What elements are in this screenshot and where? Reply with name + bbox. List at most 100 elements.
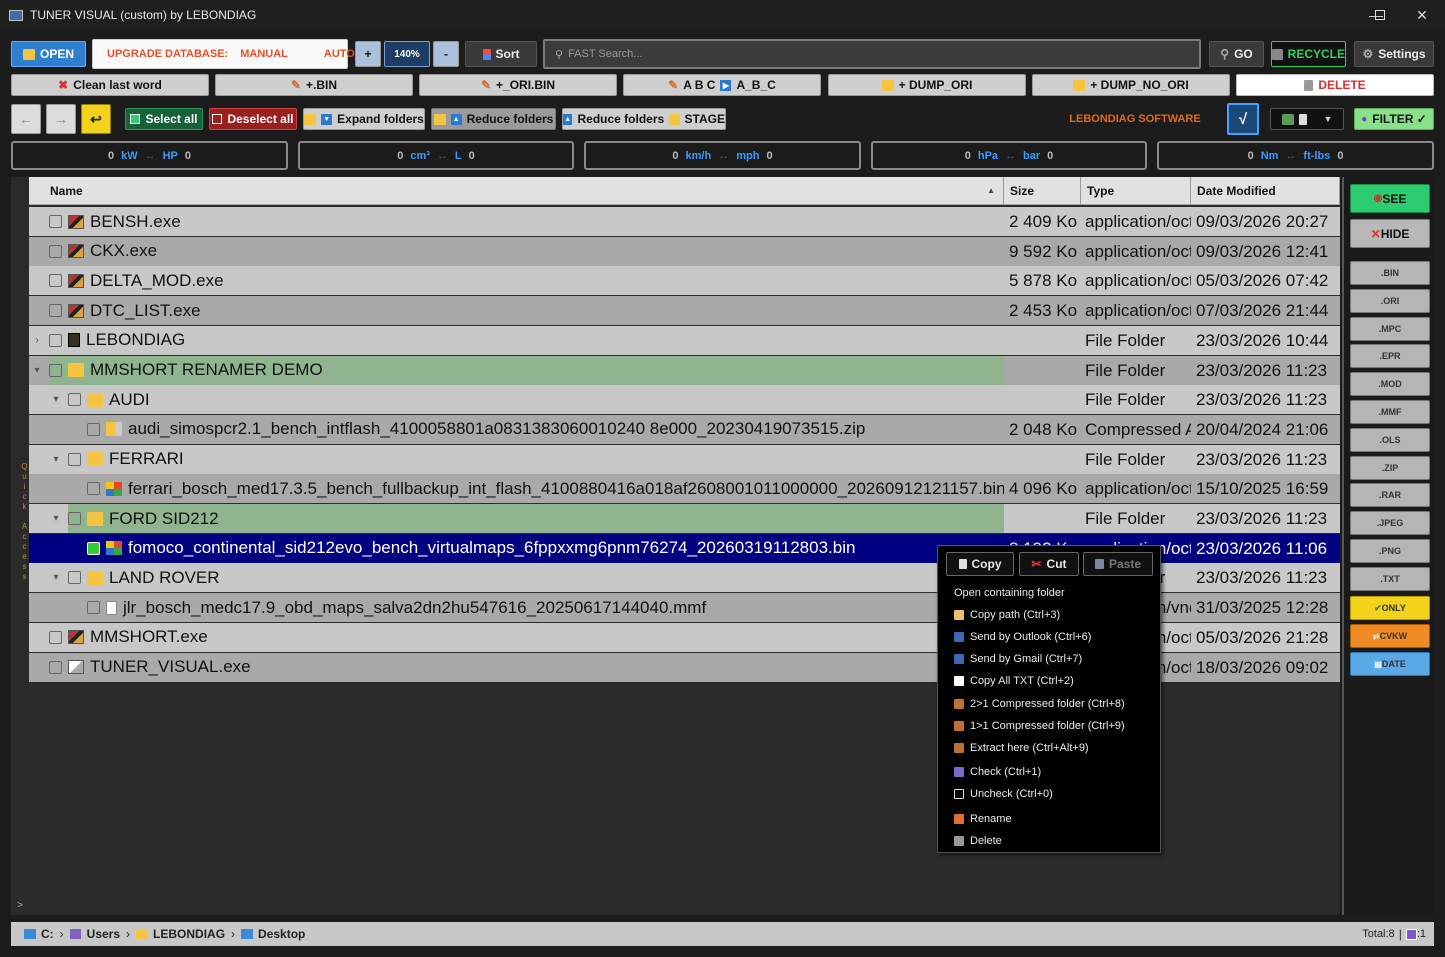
check-mode-button[interactable]: √ [1227,103,1259,135]
table-row[interactable]: DELTA_MOD.exe 5 878 Ko application/octet-s… [29,266,1340,296]
column-date[interactable]: Date Modified [1191,177,1340,205]
row-checkbox[interactable] [87,541,100,555]
reduce-folders-button[interactable]: ▲ Reduce folders [431,108,556,130]
context-menu-item[interactable]: Check (Ctrl+1) [954,766,1041,778]
context-menu-item[interactable]: Send by Gmail (Ctrl+7) [954,653,1082,665]
breadcrumb-drive[interactable]: C: [41,927,54,941]
tree-toggle-icon[interactable]: › [31,326,43,355]
column-name[interactable]: Name ▲ [29,177,1004,205]
context-menu-item[interactable]: Delete [954,835,1002,847]
open-button[interactable]: OPEN [11,41,86,67]
reduce-folders-stage-button[interactable]: ▲ Reduce folders STAGE [562,108,726,130]
quick-access-toggle[interactable]: > [11,900,29,911]
table-row[interactable]: CKX.exe 9 592 Ko application/octet-stream0… [29,236,1340,266]
row-checkbox[interactable] [68,452,81,466]
clean-last-word-button[interactable]: ✖ Clean last word [11,74,209,96]
column-size[interactable]: Size [1004,177,1081,205]
add-ori-bin-button[interactable]: ✎ +_ORI.BIN [419,74,617,96]
filter-ext-button[interactable]: .RAR [1350,483,1430,508]
only-button[interactable]: ✔ ONLY [1350,596,1430,620]
filter-button[interactable]: ● FILTER ✓ [1354,108,1434,130]
row-checkbox[interactable] [49,630,62,644]
table-row[interactable]: ▾ MMSHORT RENAMER DEMO File Folder 23/03/20… [29,355,1340,385]
context-menu-item[interactable]: Extract here (Ctrl+Alt+9) [954,742,1089,754]
search-input[interactable]: ⚲ FAST Search... [543,39,1201,69]
settings-button[interactable]: ⚙ Settings [1354,41,1434,67]
expand-folders-button[interactable]: ▼ Expand folders [303,108,425,130]
upgrade-manual-option[interactable]: MANUAL [240,48,288,60]
view-mode-dropdown[interactable]: ▼ [1270,108,1344,130]
context-menu-item[interactable]: Uncheck (Ctrl+0) [954,788,1053,800]
filter-ext-button[interactable]: .MPC [1350,316,1430,341]
zoom-in-button[interactable]: + [355,41,381,67]
row-checkbox[interactable] [49,215,62,228]
converter-speed[interactable]: 0 km/h ↔ mph 0 [584,141,861,170]
zoom-out-button[interactable]: - [433,41,459,67]
add-dump-ori-button[interactable]: + DUMP_ORI [828,74,1026,96]
converter-torque[interactable]: 0 Nm ↔ ft-lbs 0 [1157,141,1434,170]
row-checkbox[interactable] [68,512,81,525]
row-checkbox[interactable] [68,571,81,585]
table-row[interactable]: ▾ AUDI File Folder 23/03/2026 11:23 [29,385,1340,415]
row-checkbox[interactable] [87,482,100,496]
converter-pressure[interactable]: 0 hPa ↔ bar 0 [871,141,1147,170]
row-checkbox[interactable] [49,274,62,288]
filter-ext-button[interactable]: .MMF [1350,400,1430,424]
delete-button[interactable]: DELETE [1236,74,1434,96]
copy-button[interactable]: Copy [946,552,1014,576]
column-type[interactable]: Type [1081,177,1191,205]
filter-ext-button[interactable]: .MOD [1350,372,1430,397]
table-row[interactable]: › LEBONDIAG File Folder 23/03/2026 10:44 [29,325,1340,355]
hide-button[interactable]: ✕ HIDE [1350,219,1430,248]
table-row[interactable]: ▾ FERRARI File Folder 23/03/2026 11:23 [29,444,1340,474]
context-menu-item[interactable]: 1>1 Compressed folder (Ctrl+9) [954,720,1125,732]
cvkw-button[interactable]: ⇄ CVKW [1350,624,1430,648]
tree-toggle-icon[interactable]: ▾ [50,385,62,414]
tree-toggle-icon[interactable]: ▾ [50,563,62,592]
table-row[interactable]: ferrari_bosch_med17.3.5_bench_fullbackup… [29,474,1340,504]
converter-power[interactable]: 0 kW ↔ HP 0 [11,141,288,170]
filter-ext-button[interactable]: .EPR [1350,344,1430,369]
deselect-all-button[interactable]: Deselect all [209,108,297,130]
abc-underscore-button[interactable]: ✎ A B C ▶ A_B_C [623,74,821,96]
row-checkbox[interactable] [49,660,62,674]
select-all-button[interactable]: Select all [125,108,203,130]
go-button[interactable]: ⚲ GO [1209,41,1264,67]
back-button[interactable]: ← [11,104,41,134]
context-menu-item[interactable]: Copy path (Ctrl+3) [954,609,1060,621]
tree-toggle-icon[interactable]: ▾ [50,445,62,474]
context-menu-item[interactable]: Open containing folder [954,587,1065,599]
upgrade-auto-option[interactable]: AUTO [324,48,355,60]
filter-ext-button[interactable]: .PNG [1350,539,1430,563]
date-button[interactable]: ▤ DATE [1350,652,1430,676]
context-menu-item[interactable]: 2>1 Compressed folder (Ctrl+8) [954,698,1125,710]
context-menu-item[interactable]: Send by Outlook (Ctrl+6) [954,631,1091,643]
converter-volume[interactable]: 0 cm³ ↔ L 0 [298,141,574,170]
forward-button[interactable]: → [46,104,76,134]
add-dump-no-ori-button[interactable]: + DUMP_NO_ORI [1032,74,1230,96]
close-icon[interactable]: ✕ [1399,0,1445,30]
row-checkbox[interactable] [49,363,62,377]
breadcrumb-desktop[interactable]: Desktop [258,927,305,941]
tree-toggle-icon[interactable]: ▾ [31,356,43,385]
cut-button[interactable]: ✂ Cut [1019,552,1079,576]
context-menu-item[interactable]: Copy All TXT (Ctrl+2) [954,675,1074,687]
up-folder-button[interactable]: ↩ [81,104,111,134]
table-row[interactable]: BENSH.exe 2 409 Ko application/octet-strea… [29,207,1340,236]
row-checkbox[interactable] [87,422,100,436]
breadcrumb-users[interactable]: Users [87,927,120,941]
sort-button[interactable]: Sort [465,41,537,67]
quick-access-panel[interactable]: Quick Access > [11,177,29,915]
table-row[interactable]: audi_simospcr2.1_bench_intflash_41000588… [29,414,1340,444]
recycle-button[interactable]: RECYCLE [1271,41,1346,67]
filter-ext-button[interactable]: .JPEG [1350,511,1430,536]
table-row[interactable]: ▾ FORD SID212 File Folder 23/03/2026 11:23 [29,504,1340,533]
tree-toggle-icon[interactable]: ▾ [50,504,62,533]
paste-button[interactable]: Paste [1083,552,1153,576]
filter-ext-button[interactable]: .ORI [1350,288,1430,313]
table-row[interactable]: DTC_LIST.exe 2 453 Ko application/octet-st… [29,296,1340,326]
row-checkbox[interactable] [49,333,62,347]
row-checkbox[interactable] [49,304,62,318]
row-checkbox[interactable] [68,393,81,407]
filter-ext-button[interactable]: .TXT [1350,566,1430,591]
